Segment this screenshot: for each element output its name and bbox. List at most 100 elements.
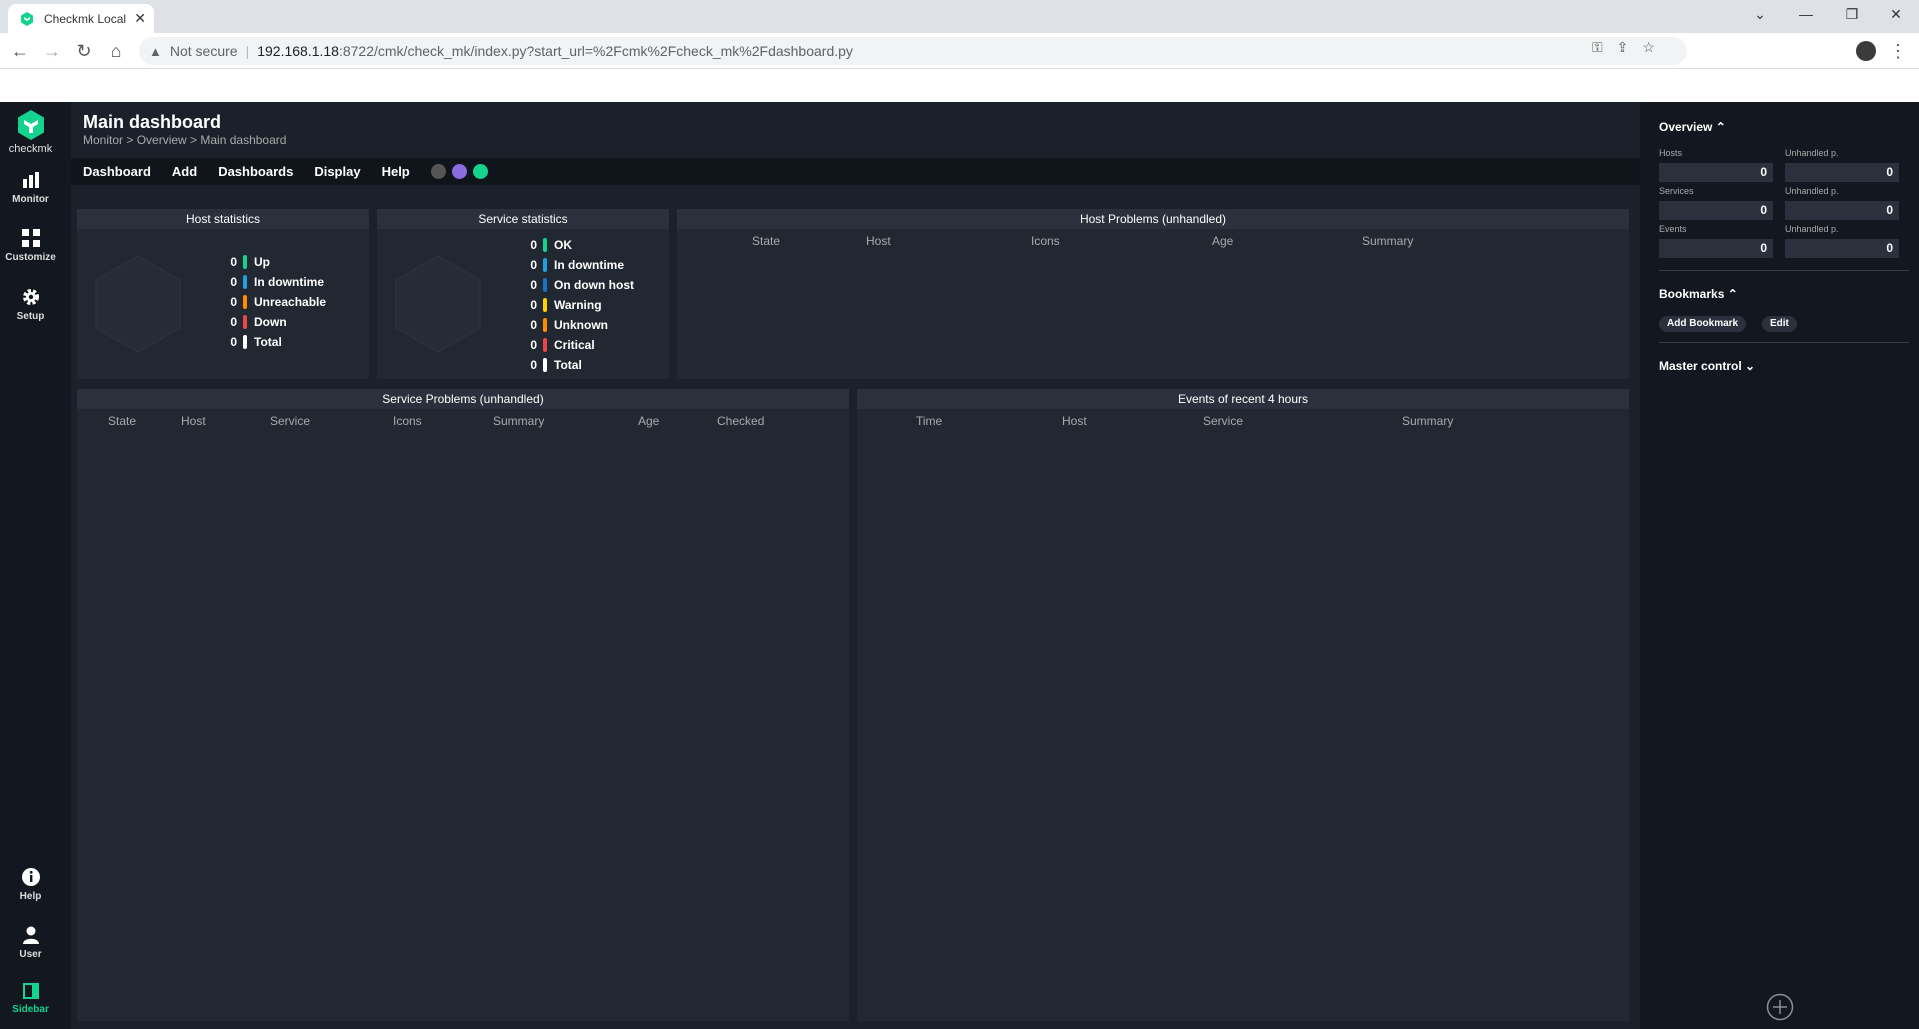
checkmk-favicon-icon [21,11,33,26]
host-stat-total[interactable]: 0 Total [221,332,326,352]
service-stat-ok[interactable]: 0 OK [521,235,634,255]
checkmk-logo[interactable]: checkmk [0,105,61,155]
menu-add[interactable]: Add [172,164,197,179]
password-key-icon[interactable]: ⚿ [1592,39,1603,56]
nav-setup[interactable]: Setup [0,287,61,322]
browser-tab[interactable]: Checkmk Local ✕ [8,4,154,33]
col-host[interactable]: Host [181,414,206,428]
dashlet-title: Host Problems (unhandled) [677,209,1629,229]
events-header: Time Host Service Summary [857,409,1629,429]
service-stat-unknown[interactable]: 0 Unknown [521,315,634,335]
ov-hosts-unhandled-value[interactable]: 0 [1785,163,1899,182]
nav-user[interactable]: User [0,925,61,960]
col-time[interactable]: Time [916,414,942,428]
add-bookmark-button[interactable]: Add Bookmark [1659,316,1747,332]
service-statistics-dashlet: Service statistics 0 OK 0 In downtime 0 On … [377,209,669,379]
ov-events-label: Events [1659,224,1687,234]
ov-events-value[interactable]: 0 [1659,239,1773,258]
back-icon[interactable]: ← [8,39,32,63]
col-summary[interactable]: Summary [493,414,544,428]
menu-display[interactable]: Display [314,164,360,179]
ov-hosts-unhandled-label: Unhandled p. [1785,148,1839,158]
col-age[interactable]: Age [638,414,659,428]
tab-title: Checkmk Local [44,11,127,26]
host-stats-hexagon [95,255,181,353]
bookmark-star-icon[interactable]: ☆ [1642,39,1655,56]
col-summary[interactable]: Summary [1362,234,1413,248]
host-stat-downtime[interactable]: 0 In downtime [221,272,326,292]
filter-icon[interactable] [430,164,446,179]
col-age[interactable]: Age [1212,234,1233,248]
close-window-icon[interactable]: ✕ [1873,0,1919,28]
profile-avatar[interactable] [1856,41,1876,61]
col-icons[interactable]: Icons [1031,234,1060,248]
browser-tabbar: Checkmk Local ✕ ⌄ — ❐ ✕ [0,0,1919,33]
nav-customize[interactable]: Customize [0,228,61,263]
bar-chart-icon [22,172,39,188]
edit-bookmarks-button[interactable]: Edit [1762,316,1797,332]
ov-services-unhandled-value[interactable]: 0 [1785,201,1899,220]
dashlet-title: Events of recent 4 hours [857,389,1629,409]
menu-dashboards[interactable]: Dashboards [218,164,293,179]
service-stats-list: 0 OK 0 In downtime 0 On down host 0 Warning … [521,235,634,375]
sidebar-icon [22,983,39,999]
nav-monitor[interactable]: Monitor [0,170,61,205]
service-stat-critical[interactable]: 0 Critical [521,335,634,355]
grid-icon [21,229,40,247]
menu-dashboard[interactable]: Dashboard [83,164,151,179]
page-title: Main dashboard [83,112,222,132]
service-problems-dashlet: Service Problems (unhandled) State Host … [77,389,849,1021]
browser-menu-icon[interactable]: ⋮ [1886,39,1910,63]
ov-hosts-value[interactable]: 0 [1659,163,1773,182]
warning-icon: ▲ [149,43,162,59]
col-service[interactable]: Service [270,414,310,428]
add-snapin-icon[interactable] [1766,993,1794,1021]
ov-events-unhandled-value[interactable]: 0 [1785,239,1899,258]
nav-sidebar[interactable]: Sidebar [0,982,61,1015]
host-stat-up[interactable]: 0 Up [221,252,326,272]
col-host[interactable]: Host [1062,414,1087,428]
share-icon[interactable]: ⇪ [1617,39,1629,56]
dashlet-title: Host statistics [77,209,369,229]
host-stats-list: 0 Up 0 In downtime 0 Unreachable 0 Down 0 Tot… [221,252,326,352]
gear-icon [22,289,39,305]
user-icon [22,926,39,944]
col-checked[interactable]: Checked [717,414,764,428]
forward-icon[interactable]: → [40,39,64,63]
col-service[interactable]: Service [1203,414,1243,428]
chevron-up-icon: ⌃ [1727,287,1738,301]
page-menu-bar: Dashboard Add Dashboards Display Help [71,158,1640,185]
breadcrumb[interactable]: Monitor > Overview > Main dashboard [83,133,286,147]
col-summary[interactable]: Summary [1402,414,1453,428]
service-stat-downtime[interactable]: 0 In downtime [521,255,634,275]
nav-help[interactable]: Help [0,867,61,902]
col-state[interactable]: State [752,234,780,248]
service-stat-total[interactable]: 0 Total [521,355,634,375]
host-stat-down[interactable]: 0 Down [221,312,326,332]
chevron-up-icon: ⌃ [1715,120,1726,134]
col-host[interactable]: Host [866,234,891,248]
address-bar[interactable]: ▲ Not secure | 192.168.1.18:8722/cmk/che… [139,37,1687,65]
col-state[interactable]: State [108,414,136,428]
home-icon[interactable]: ⌂ [104,39,128,63]
host-problems-header: State Host Icons Age Summary [677,229,1629,249]
ov-services-value[interactable]: 0 [1659,201,1773,220]
master-control-snapin-title[interactable]: Master control ⌄ [1659,359,1755,373]
layout-icon[interactable] [451,164,467,179]
minimize-icon[interactable]: — [1783,0,1829,28]
host-stat-unreachable[interactable]: 0 Unreachable [221,292,326,312]
col-icons[interactable]: Icons [393,414,422,428]
dashlet-title: Service statistics [377,209,669,229]
service-stat-down-host[interactable]: 0 On down host [521,275,634,295]
reload-icon[interactable]: ↻ [72,39,96,63]
restore-icon[interactable]: ❐ [1829,0,1875,28]
close-tab-icon[interactable]: ✕ [134,10,146,27]
menu-help[interactable]: Help [382,164,410,179]
bookmarks-snapin-title[interactable]: Bookmarks ⌃ [1659,287,1738,301]
main-content: Main dashboard Monitor > Overview > Main… [71,102,1640,1029]
service-stat-warning[interactable]: 0 Warning [521,295,634,315]
chevron-down-icon: ⌄ [1745,359,1756,373]
tab-search-icon[interactable]: ⌄ [1737,0,1783,28]
overview-snapin-title[interactable]: Overview ⌃ [1659,120,1726,134]
edit-dashlets-icon[interactable] [472,164,488,179]
